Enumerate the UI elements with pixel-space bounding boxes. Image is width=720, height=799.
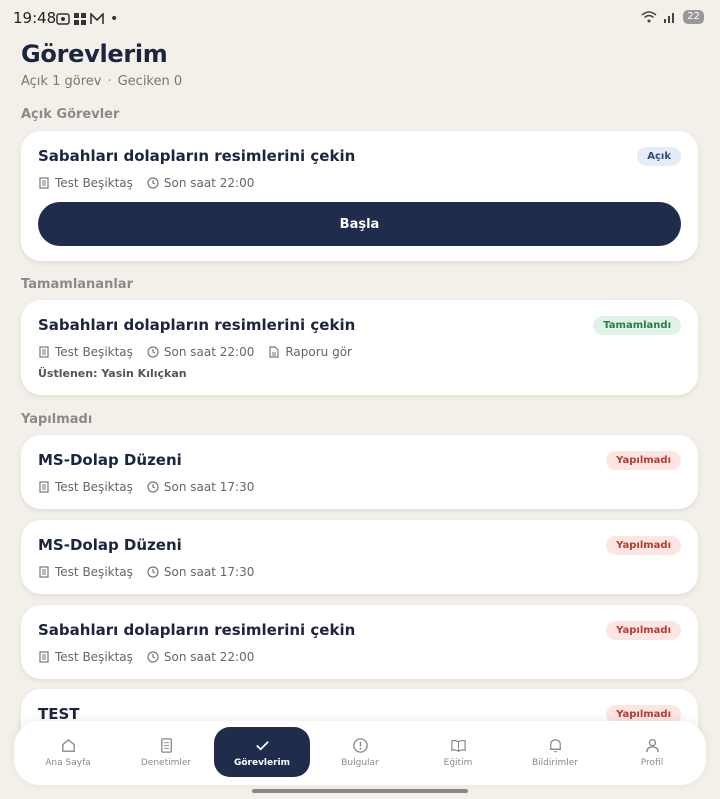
section-missed-label: Yapılmadı <box>21 412 93 427</box>
task-card[interactable]: Sabahları dolapların resimlerini çekin T… <box>21 300 698 395</box>
check-icon <box>255 740 269 750</box>
task-meta: Test Beşiktaş Son saat 17:30 <box>38 480 254 494</box>
notification-icons: • <box>56 11 118 27</box>
task-location: Test Beşiktaş <box>38 345 133 359</box>
task-deadline: Son saat 17:30 <box>147 480 254 494</box>
task-deadline: Son saat 22:00 <box>147 176 254 190</box>
task-title: MS-Dolap Düzeni <box>38 451 182 469</box>
task-deadline-text: Son saat 22:00 <box>163 650 255 664</box>
system-icons: 22 <box>641 10 704 24</box>
building-icon <box>39 651 49 663</box>
more-notifications-dot: • <box>110 11 119 27</box>
task-location-text: Test Beşiktaş <box>55 480 133 494</box>
clock-icon <box>147 177 159 189</box>
status-bar: 19:48 • 22 <box>0 0 720 36</box>
task-title: MS-Dolap Düzeni <box>38 536 182 554</box>
task-deadline-text: Son saat 22:00 <box>163 176 255 190</box>
task-title: Sabahları dolapların resimlerini çekin <box>38 147 356 165</box>
signal-icon <box>664 13 675 23</box>
building-icon <box>39 346 49 358</box>
task-summary: Açık 1 görev · Geciken 0 <box>21 74 182 89</box>
nav-profile[interactable]: Profil <box>604 727 700 777</box>
status-badge: Yapılmadı <box>606 621 681 640</box>
task-location-text: Test Beşiktaş <box>55 650 133 664</box>
task-deadline: Son saat 22:00 <box>147 650 254 664</box>
task-location-text: Test Beşiktaş <box>55 345 133 359</box>
nav-label: Görevlerim <box>233 757 291 768</box>
battery-indicator: 22 <box>683 10 704 24</box>
screen-record-icon <box>56 13 70 25</box>
task-location: Test Beşiktaş <box>38 480 133 494</box>
task-meta: Test Beşiktaş Son saat 17:30 <box>38 565 254 579</box>
nav-notifications[interactable]: Bildirimler <box>507 727 603 777</box>
nav-home[interactable]: Ana Sayfa <box>20 727 116 777</box>
status-badge: Yapılmadı <box>606 536 681 555</box>
task-card[interactable]: Sabahları dolapların resimlerini çekin Y… <box>21 605 698 679</box>
mail-icon <box>90 13 104 24</box>
nav-label: Ana Sayfa <box>45 757 91 768</box>
task-meta: Test Beşiktaş Son saat 22:00 <box>38 650 254 664</box>
book-icon <box>450 739 466 752</box>
task-assignee: Üstlenen: Yasin Kılıçkan <box>38 367 187 380</box>
home-indicator <box>252 789 468 793</box>
task-deadline: Son saat 17:30 <box>147 565 254 579</box>
task-deadline-text: Son saat 17:30 <box>163 480 255 494</box>
summary-separator: · <box>107 74 112 89</box>
clock-icon <box>147 481 159 493</box>
building-icon <box>39 481 49 493</box>
bell-icon <box>549 738 561 752</box>
start-button[interactable]: Başla <box>38 202 681 246</box>
nav-findings[interactable]: Bulgular <box>312 727 408 777</box>
open-count: Açık 1 görev <box>21 74 102 89</box>
status-time: 19:48 <box>13 9 57 27</box>
wifi-icon <box>641 11 657 23</box>
task-meta: Test Beşiktaş Son saat 22:00 <box>38 176 254 190</box>
nav-my-tasks[interactable]: Görevlerim <box>214 727 310 777</box>
clock-icon <box>147 346 159 358</box>
building-icon <box>39 566 49 578</box>
grid-app-icon <box>74 13 86 25</box>
nav-label: Bildirimler <box>531 757 579 768</box>
status-badge: Açık <box>637 147 681 166</box>
building-icon <box>39 177 49 189</box>
nav-label: Profil <box>640 757 664 768</box>
task-location-text: Test Beşiktaş <box>55 176 133 190</box>
alert-icon <box>352 737 368 753</box>
report-icon <box>269 346 279 358</box>
clock-icon <box>147 651 159 663</box>
task-deadline-text: Son saat 22:00 <box>163 345 255 359</box>
task-location: Test Beşiktaş <box>38 650 133 664</box>
status-badge: Tamamlandı <box>593 316 681 335</box>
task-deadline-text: Son saat 17:30 <box>163 565 255 579</box>
bottom-navigation: Ana Sayfa Denetimler Görevlerim Bulgular… <box>14 721 706 785</box>
task-location: Test Beşiktaş <box>38 565 133 579</box>
task-location-text: Test Beşiktaş <box>55 565 133 579</box>
document-icon <box>160 737 172 753</box>
nav-label: Denetimler <box>140 757 192 768</box>
section-open-label: Açık Görevler <box>21 107 120 122</box>
page-title: Görevlerim <box>21 40 168 68</box>
home-icon <box>61 738 75 752</box>
nav-label: Eğitim <box>443 757 473 768</box>
task-card[interactable]: MS-Dolap Düzeni Yapılmadı Test Beşiktaş … <box>21 435 698 509</box>
task-title: Sabahları dolapların resimlerini çekin <box>38 621 356 639</box>
nav-label: Bulgular <box>341 757 379 768</box>
task-card[interactable]: MS-Dolap Düzeni Yapılmadı Test Beşiktaş … <box>21 520 698 594</box>
late-count: Geciken 0 <box>117 74 183 89</box>
view-report-text: Raporu gör <box>285 345 352 359</box>
task-card[interactable]: Sabahları dolapların resimlerini çekin A… <box>21 131 698 261</box>
task-title: Sabahları dolapların resimlerini çekin <box>38 316 356 334</box>
section-completed-label: Tamamlananlar <box>21 277 133 292</box>
task-deadline: Son saat 22:00 <box>147 345 254 359</box>
view-report-link[interactable]: Raporu gör <box>268 345 352 359</box>
nav-inspections[interactable]: Denetimler <box>118 727 214 777</box>
nav-training[interactable]: Eğitim <box>410 727 506 777</box>
user-icon <box>645 738 659 752</box>
clock-icon <box>147 566 159 578</box>
task-location: Test Beşiktaş <box>38 176 133 190</box>
task-meta: Test Beşiktaş Son saat 22:00 Raporu gör <box>38 345 352 359</box>
status-badge: Yapılmadı <box>606 451 681 470</box>
